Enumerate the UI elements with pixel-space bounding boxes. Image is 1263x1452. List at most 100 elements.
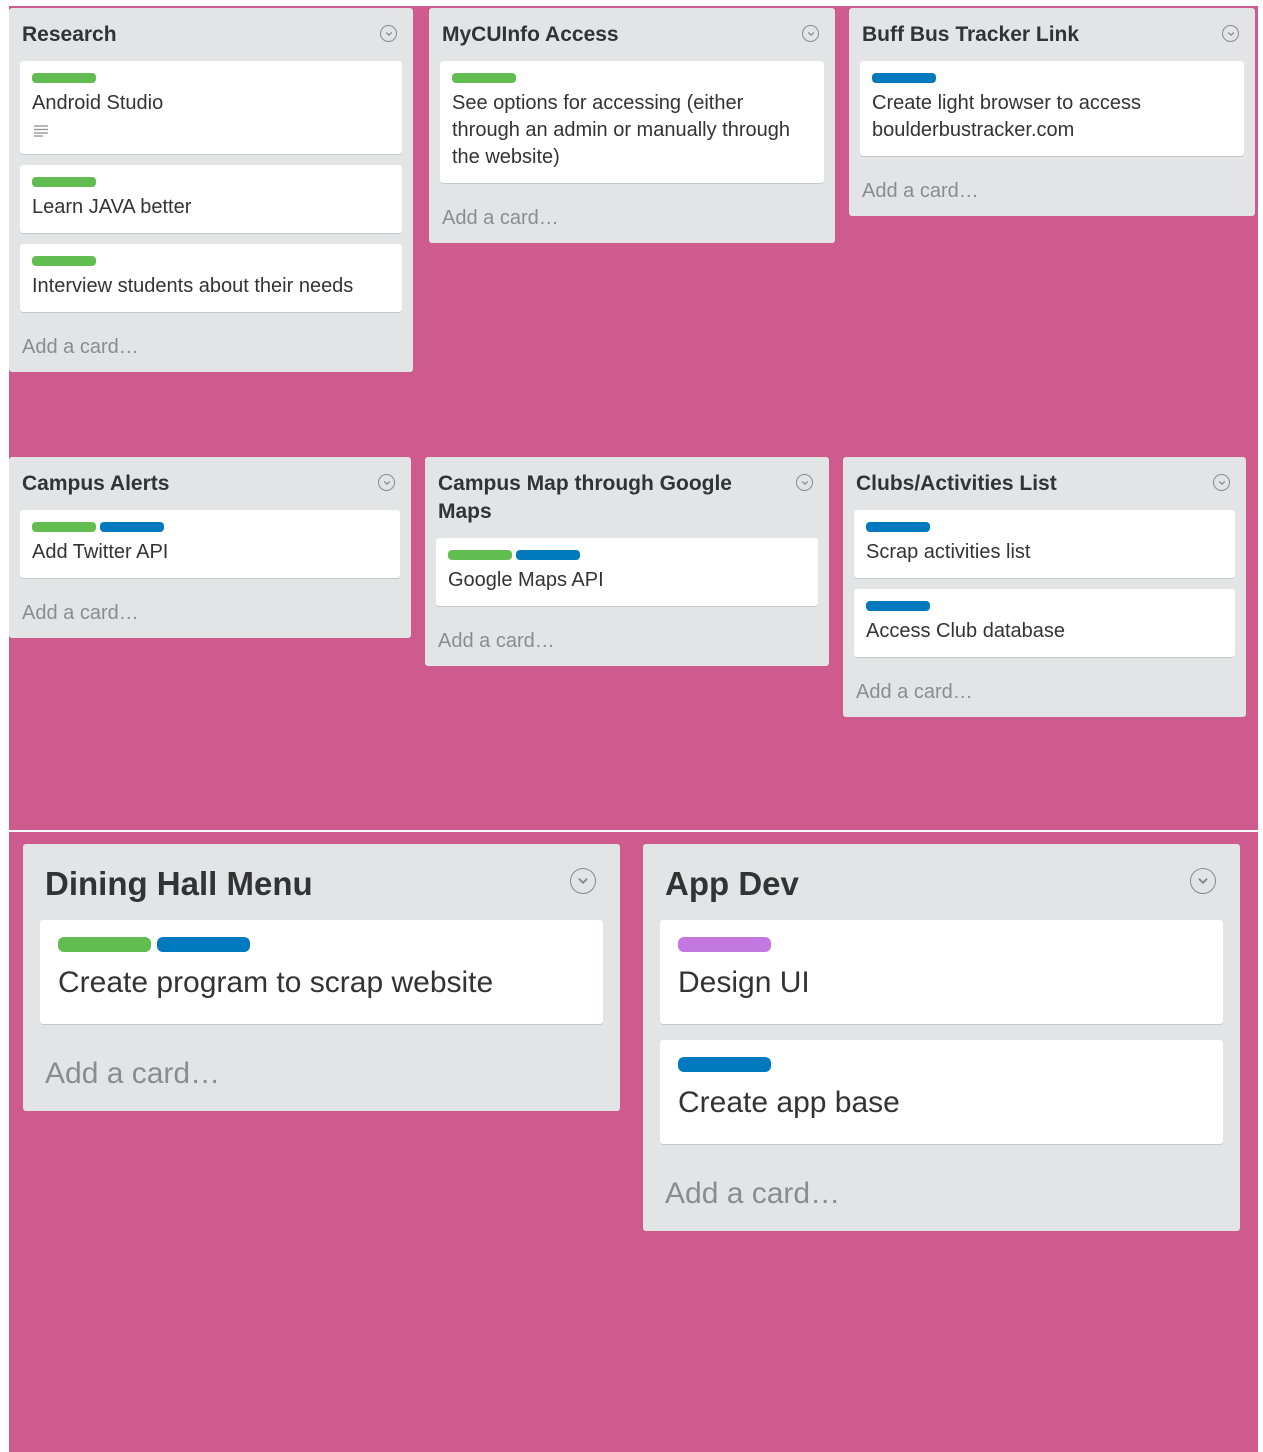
- card-labels: [678, 937, 1205, 952]
- card[interactable]: Access Club database: [854, 589, 1235, 657]
- card-title: Create app base: [678, 1086, 900, 1119]
- card[interactable]: Android Studio: [20, 61, 402, 154]
- list-title[interactable]: Research: [22, 21, 400, 49]
- add-card-button[interactable]: Add a card…: [9, 323, 413, 372]
- label-blue[interactable]: [678, 1057, 771, 1072]
- card[interactable]: Learn JAVA better: [20, 165, 402, 233]
- card-labels: [678, 1057, 1205, 1072]
- card-labels: [866, 522, 1223, 532]
- card-labels: [866, 601, 1223, 611]
- card-title: Android Studio: [32, 92, 164, 114]
- label-green[interactable]: [448, 550, 512, 560]
- card[interactable]: Create app base: [660, 1040, 1223, 1144]
- card-list: Create program to scrap website: [23, 904, 620, 1024]
- label-green[interactable]: [32, 177, 96, 187]
- card-title: Add Twitter API: [32, 541, 169, 563]
- card-title: Learn JAVA better: [32, 196, 192, 218]
- card-list: Create light browser to access boulderbu…: [849, 49, 1255, 156]
- list-title[interactable]: Clubs/Activities List: [856, 470, 1233, 498]
- list-header: Dining Hall Menu: [23, 844, 620, 904]
- list-menu-chevron-down-icon[interactable]: [1222, 25, 1239, 42]
- label-green[interactable]: [32, 73, 96, 83]
- card-labels: [58, 937, 585, 952]
- card-title: Design UI: [678, 966, 810, 999]
- card[interactable]: Scrap activities list: [854, 510, 1235, 578]
- add-card-button[interactable]: Add a card…: [9, 589, 411, 638]
- card-list: See options for accessing (either throug…: [429, 49, 835, 183]
- list-title[interactable]: Campus Map through Google Maps: [438, 470, 816, 526]
- list-campus-map-through-google-maps: Campus Map through Google Maps Google Map…: [425, 457, 829, 666]
- list-header: Buff Bus Tracker Link: [849, 8, 1255, 49]
- card[interactable]: Google Maps API: [436, 538, 818, 606]
- list-title[interactable]: App Dev: [665, 864, 1218, 904]
- label-purple[interactable]: [678, 937, 771, 952]
- label-green[interactable]: [58, 937, 151, 952]
- list-app-dev: App Dev Design UI Create app base Add a car…: [643, 844, 1240, 1231]
- list-mycuinfo-access: MyCUInfo Access See options for accessing…: [429, 8, 835, 243]
- card-title: Create light browser to access boulderbu…: [872, 92, 1142, 141]
- label-blue[interactable]: [157, 937, 250, 952]
- card[interactable]: See options for accessing (either throug…: [440, 61, 824, 183]
- card-title: Interview students about their needs: [32, 275, 354, 297]
- card-labels: [32, 73, 390, 83]
- list-menu-chevron-down-icon[interactable]: [1213, 474, 1230, 491]
- list-title[interactable]: Campus Alerts: [22, 470, 398, 498]
- list-menu-chevron-down-icon[interactable]: [380, 25, 397, 42]
- card-title: Create program to scrap website: [58, 966, 494, 999]
- card[interactable]: Interview students about their needs: [20, 244, 402, 312]
- card-list: Android Studio Learn JAVA better Interview…: [9, 49, 413, 312]
- card-title: See options for accessing (either throug…: [452, 92, 790, 168]
- card-labels: [448, 550, 806, 560]
- label-blue[interactable]: [516, 550, 580, 560]
- list-title[interactable]: Buff Bus Tracker Link: [862, 21, 1242, 49]
- card-list: Design UI Create app base: [643, 904, 1240, 1144]
- card-labels: [32, 256, 390, 266]
- card-title: Google Maps API: [448, 569, 604, 591]
- label-blue[interactable]: [100, 522, 164, 532]
- card[interactable]: Create program to scrap website: [40, 920, 603, 1024]
- description-icon: [32, 123, 390, 142]
- label-green[interactable]: [32, 522, 96, 532]
- card-list: Add Twitter API: [9, 498, 411, 578]
- add-card-button[interactable]: Add a card…: [429, 194, 835, 243]
- card-labels: [452, 73, 812, 83]
- add-card-button[interactable]: Add a card…: [23, 1040, 620, 1111]
- list-title[interactable]: MyCUInfo Access: [442, 21, 822, 49]
- label-green[interactable]: [452, 73, 516, 83]
- card-labels: [32, 522, 388, 532]
- label-blue[interactable]: [866, 601, 930, 611]
- add-card-button[interactable]: Add a card…: [643, 1160, 1240, 1231]
- card-title: Access Club database: [866, 620, 1066, 642]
- list-header: App Dev: [643, 844, 1240, 904]
- card-list: Scrap activities list Access Club databas…: [843, 498, 1246, 657]
- add-card-button[interactable]: Add a card…: [843, 668, 1246, 717]
- card-list: Google Maps API: [425, 526, 829, 606]
- list-header: MyCUInfo Access: [429, 8, 835, 49]
- list-header: Research: [9, 8, 413, 49]
- list-menu-chevron-down-icon[interactable]: [802, 25, 819, 42]
- list-menu-chevron-down-icon[interactable]: [570, 868, 596, 894]
- list-title[interactable]: Dining Hall Menu: [45, 864, 598, 904]
- label-blue[interactable]: [866, 522, 930, 532]
- list-campus-alerts: Campus Alerts Add Twitter API Add a card…: [9, 457, 411, 638]
- card[interactable]: Design UI: [660, 920, 1223, 1024]
- list-clubs-activities-list: Clubs/Activities List Scrap activities li…: [843, 457, 1246, 717]
- label-blue[interactable]: [872, 73, 936, 83]
- list-header: Clubs/Activities List: [843, 457, 1246, 498]
- card[interactable]: Add Twitter API: [20, 510, 400, 578]
- list-research: Research Android Studio Learn JAVA better I…: [9, 8, 413, 372]
- add-card-button[interactable]: Add a card…: [849, 167, 1255, 216]
- list-menu-chevron-down-icon[interactable]: [378, 474, 395, 491]
- add-card-button[interactable]: Add a card…: [425, 617, 829, 666]
- card[interactable]: Create light browser to access boulderbu…: [860, 61, 1244, 156]
- list-header: Campus Alerts: [9, 457, 411, 498]
- card-labels: [32, 177, 390, 187]
- list-menu-chevron-down-icon[interactable]: [1190, 868, 1216, 894]
- card-labels: [872, 73, 1232, 83]
- list-header: Campus Map through Google Maps: [425, 457, 829, 526]
- card-title: Scrap activities list: [866, 541, 1031, 563]
- list-menu-chevron-down-icon[interactable]: [796, 474, 813, 491]
- list-buff-bus-tracker-link: Buff Bus Tracker Link Create light browse…: [849, 8, 1255, 216]
- list-dining-hall-menu: Dining Hall Menu Create program to scrap …: [23, 844, 620, 1111]
- label-green[interactable]: [32, 256, 96, 266]
